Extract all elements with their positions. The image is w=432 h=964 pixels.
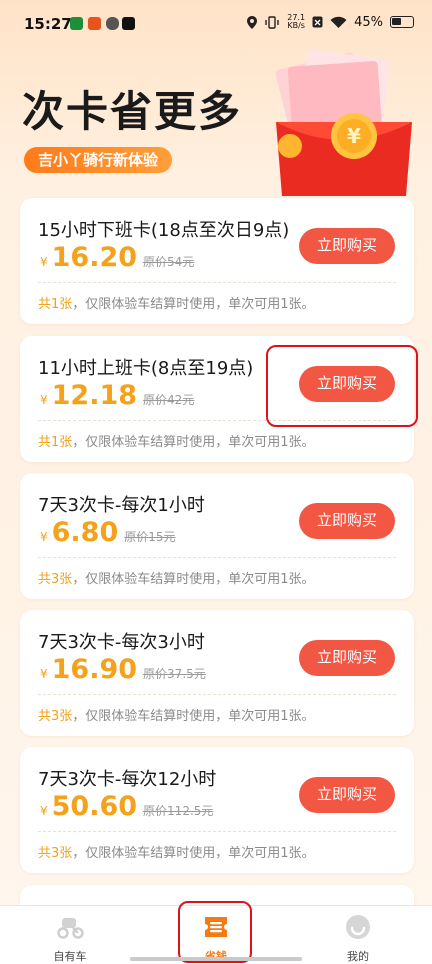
buy-button[interactable]: 立即购买	[299, 640, 395, 676]
highlight-box	[178, 901, 252, 963]
battery-icon	[390, 16, 414, 28]
nav-item-own-bike[interactable]: 自有车	[30, 914, 110, 964]
currency-symbol: ¥	[40, 255, 48, 269]
cloud-icon	[106, 17, 119, 30]
price: ¥ 12.18 原价42元	[40, 380, 194, 411]
card-7d-1h: 7天3次卡-每次1小时 ¥ 6.80 原价15元 立即购买 共3张，仅限体验车结…	[20, 473, 414, 599]
card-title: 11小时上班卡(8点至19点)	[38, 358, 254, 379]
status-right: 27.1 KB/s 45%	[247, 14, 414, 30]
page-subtitle-badge: 吉小丫骑行新体验	[24, 147, 173, 173]
currency-symbol: ¥	[40, 393, 48, 407]
price-value: 12.18	[51, 380, 138, 411]
currency-symbol: ¥	[40, 667, 48, 681]
card-15h-offwork: 15小时下班卡(18点至次日9点) ¥ 16.20 原价54元 立即购买 共1张…	[20, 198, 414, 324]
original-price: 原价54元	[143, 255, 195, 269]
divider	[38, 831, 396, 832]
buy-button[interactable]: 立即购买	[299, 228, 395, 264]
original-price: 原价42元	[143, 393, 195, 407]
battery-percent: 45%	[354, 14, 383, 30]
card-title: 7天3次卡-每次3小时	[38, 632, 205, 653]
nav-item-profile[interactable]: 我的	[318, 914, 398, 964]
price: ¥ 16.90 原价37.5元	[40, 654, 206, 685]
net-speed: 27.1 KB/s	[287, 13, 306, 30]
buy-button[interactable]: 立即购买	[299, 503, 395, 539]
profile-icon	[346, 915, 370, 939]
card-note: 共3张，仅限体验车结算时使用，单次可用1张。	[38, 709, 315, 724]
card-title: 15小时下班卡(18点至次日9点)	[38, 220, 290, 241]
original-price: 原价15元	[124, 530, 176, 544]
divider	[38, 282, 396, 283]
currency-symbol: ¥	[40, 804, 48, 818]
divider	[38, 557, 396, 558]
price-value: 16.20	[51, 242, 138, 273]
scooter-icon	[57, 918, 84, 939]
buy-button[interactable]: 立即购买	[299, 777, 395, 813]
price-value: 16.90	[51, 654, 138, 685]
original-price: 原价37.5元	[143, 667, 206, 681]
location-icon	[247, 15, 258, 29]
card-7d-12h: 7天3次卡-每次12小时 ¥ 50.60 原价112.5元 立即购买 共3张，仅…	[20, 747, 414, 873]
card-note: 共1张，仅限体验车结算时使用，单次可用1张。	[38, 297, 315, 312]
divider	[38, 694, 396, 695]
price-value: 6.80	[51, 517, 119, 548]
price-value: 50.60	[51, 791, 138, 822]
no-sim-icon	[312, 16, 323, 28]
currency-symbol: ¥	[40, 530, 48, 544]
price: ¥ 16.20 原价54元	[40, 242, 194, 273]
nav-label: 我的	[347, 950, 369, 963]
app-notification-icon	[88, 17, 101, 30]
original-price: 原价112.5元	[143, 804, 214, 818]
card-note: 共3张，仅限体验车结算时使用，单次可用1张。	[38, 572, 315, 587]
vibrate-icon	[265, 15, 279, 29]
status-bar: 15:27 27.1 KB/s 45%	[0, 0, 432, 48]
status-time: 15:27	[24, 15, 72, 33]
highlight-box	[266, 345, 418, 427]
card-7d-3h: 7天3次卡-每次3小时 ¥ 16.90 原价37.5元 立即购买 共3张，仅限体…	[20, 610, 414, 736]
price: ¥ 6.80 原价15元	[40, 517, 176, 548]
home-indicator[interactable]	[130, 957, 302, 961]
price: ¥ 50.60 原价112.5元	[40, 791, 213, 822]
card-note: 共3张，仅限体验车结算时使用，单次可用1张。	[38, 846, 315, 861]
card-note: 共1张，仅限体验车结算时使用，单次可用1张。	[38, 435, 315, 450]
tiktok-icon	[122, 17, 135, 30]
wifi-icon	[330, 16, 347, 28]
nav-label: 自有车	[53, 950, 87, 963]
card-title: 7天3次卡-每次12小时	[38, 769, 217, 790]
page-title: 次卡省更多	[22, 87, 243, 136]
svg-text:¥: ¥	[347, 124, 361, 148]
app-notification-icon	[70, 17, 83, 30]
card-title: 7天3次卡-每次1小时	[38, 495, 205, 516]
red-envelope-illustration: ¥	[275, 50, 412, 196]
